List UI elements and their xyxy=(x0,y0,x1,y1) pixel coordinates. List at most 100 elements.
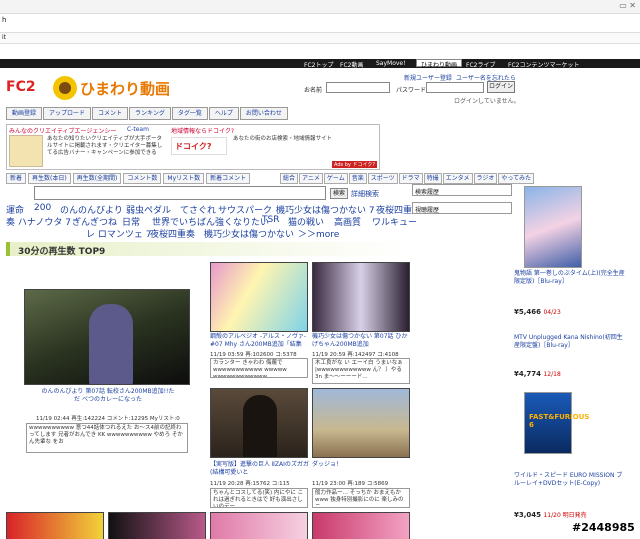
video-comments: wwwwwwwwww 意つ44話体つれるえた お～ス4前の記終わってします 兄者… xyxy=(26,423,188,453)
watermark-text: #2448985 xyxy=(572,521,635,534)
video-title[interactable]: ダッジョ！ xyxy=(312,461,412,469)
category-tabs: 総合 アニメ ゲーム 音楽 スポーツ ドラマ 特撮 エンタメ ラジオ やってみた xyxy=(280,173,535,184)
fc2-logo-text: FC2 xyxy=(6,79,36,95)
advanced-search-link[interactable]: 詳細検索 xyxy=(351,189,379,199)
name-label: お名前 xyxy=(304,87,323,94)
nav-item-fc2-live[interactable]: FC2ライブ xyxy=(466,60,495,69)
category-game[interactable]: ゲーム xyxy=(323,173,348,184)
ad-banner[interactable]: みんなのクリエイティブエージェンシー C-team あなたの知りたいクリエイティ… xyxy=(6,124,380,170)
password-label: パスワード: xyxy=(396,87,429,94)
tab-new-comments[interactable]: 新着コメント xyxy=(206,173,251,184)
browser-chrome: ▭ ✕ h it xyxy=(0,0,640,60)
window-controls-icon[interactable]: ▭ ✕ xyxy=(619,1,636,10)
video-thumbnail[interactable] xyxy=(210,512,308,539)
ad-right-logo[interactable]: ドコイク? xyxy=(171,137,227,155)
menu-contact[interactable]: お問い合わせ xyxy=(239,107,288,120)
search-input[interactable] xyxy=(34,186,326,200)
product-cover[interactable]: FAST&FURIOUS 6 xyxy=(524,392,590,454)
category-tokusatsu[interactable]: 特撮 xyxy=(423,173,442,184)
keyword-link[interactable]: 機巧少女は傷つかない xyxy=(204,227,294,240)
video-thumbnail[interactable] xyxy=(6,512,104,539)
keyword-link[interactable]: TSR xyxy=(262,215,279,225)
keyword-link[interactable]: 200 xyxy=(34,203,51,213)
video-title[interactable]: 【実写版】進撃の巨人 ⅡZAIのズガガ(結構可愛いと xyxy=(210,461,310,477)
password-input[interactable] xyxy=(426,82,484,93)
nav-item-contents-market[interactable]: FC2コンテンツマーケット xyxy=(508,60,579,69)
keywords-more-link[interactable]: ＞＞more xyxy=(298,227,339,240)
login-button[interactable]: ログイン xyxy=(487,81,515,93)
ad-left-body: あなたの知りたいクリエイティブが大手ポータルサイトに掲載されます・クリエイター募… xyxy=(47,136,163,156)
nav-item-fc2-top[interactable]: FC2トップ xyxy=(304,60,333,69)
category-sports[interactable]: スポーツ xyxy=(367,173,398,184)
video-comments: ちゃんとコスしてる(笑) 内にやに これは過ぎれるときはで 好も演出さしいのデー… xyxy=(210,488,308,508)
menu-upload[interactable]: アップロード xyxy=(43,107,92,120)
keyword-link[interactable]: 夜桜四重奏 xyxy=(150,227,195,240)
nav-item-himawari[interactable]: ひまわり動画 xyxy=(416,59,463,69)
product-price: ¥5,466 04/23 xyxy=(514,308,561,316)
view-history-label: 視聴履歴 xyxy=(415,207,440,214)
video-thumbnail[interactable] xyxy=(210,262,308,332)
keyword-link[interactable]: 奏 ハナノウタ 7 xyxy=(6,215,71,228)
username-input[interactable] xyxy=(326,82,390,93)
search-button[interactable]: 検索 xyxy=(330,188,348,199)
main-menu: 動画登録 アップロード コメント ランキング タグ一覧 ヘルプ お問い合わせ xyxy=(6,107,289,121)
keyword-link[interactable]: レ ロマンツェ 7 xyxy=(86,227,151,240)
video-thumbnail[interactable] xyxy=(210,388,308,458)
category-radio[interactable]: ラジオ xyxy=(473,173,498,184)
search-history-select[interactable]: 検索履歴 xyxy=(412,184,512,196)
video-thumbnail[interactable] xyxy=(312,262,410,332)
product-title[interactable]: ワイルド・スピード EURO MISSION ブルーレイ+DVDセット(E-Co… xyxy=(514,472,628,488)
video-title[interactable]: のんのんびより 第07話 転校さん200MB追加!!ただ べつのカレーになった xyxy=(40,388,176,404)
menu-ranking[interactable]: ランキング xyxy=(129,107,171,120)
browser-tab-strip: it xyxy=(0,32,640,44)
category-all[interactable]: 総合 xyxy=(280,173,299,184)
keyword-link[interactable]: ワルキュー xyxy=(372,215,417,228)
menu-comment[interactable]: コメント xyxy=(92,107,129,120)
thumbnail-figure xyxy=(89,304,133,384)
product-cover-title: FAST&FURIOUS 6 xyxy=(529,413,590,429)
product-title[interactable]: 鬼物語 第一巻しのぶタイム(上)(完全生産限定版)［Blu-ray］ xyxy=(514,270,628,286)
site-logo[interactable]: FC2 ひまわり動画 xyxy=(6,75,206,101)
tab-views-all[interactable]: 再生数(全期間) xyxy=(72,173,122,184)
video-thumbnail[interactable] xyxy=(24,289,190,385)
thumbnail-figure xyxy=(243,395,277,457)
category-music[interactable]: 音楽 xyxy=(348,173,367,184)
menu-help[interactable]: ヘルプ xyxy=(208,107,239,120)
sort-tabs: 新着 再生数(本日) 再生数(全期間) コメント数 Myリスト数 新着コメント xyxy=(6,173,251,184)
category-drama[interactable]: ドラマ xyxy=(398,173,423,184)
tab-new[interactable]: 新着 xyxy=(6,173,27,184)
ad-left-brand[interactable]: C-team xyxy=(127,126,149,133)
video-thumbnail[interactable] xyxy=(108,512,206,539)
login-status: ログインしていません。 xyxy=(454,98,520,105)
menu-tag-list[interactable]: タグ一覧 xyxy=(171,107,208,120)
ad-right-title[interactable]: 地域情報ならドコイク? xyxy=(171,126,234,135)
menu-upload-video[interactable]: 動画登録 xyxy=(6,107,43,120)
product-title[interactable]: MTV Unplugged Kana Nishino(初回生産限定盤)［Blu-… xyxy=(514,334,628,350)
himawari-logo-text: ひまわり動画 xyxy=(80,80,171,98)
product-cover[interactable] xyxy=(524,186,582,268)
tab-mylist[interactable]: Myリスト数 xyxy=(163,173,205,184)
ad-left-image[interactable] xyxy=(9,135,43,167)
category-entertainment[interactable]: エンタメ xyxy=(442,173,473,184)
video-meta: 11/19 03:59 再:102600 コ:5378 xyxy=(210,352,297,358)
tab-comments[interactable]: コメント数 xyxy=(123,173,162,184)
tab-views-today[interactable]: 再生数(本日) xyxy=(28,173,71,184)
video-comments: 般力作品ー… そっちか おまえもかwww 独身特別撮影にのに 楽しみのニ... xyxy=(312,488,410,508)
browser-address-text[interactable]: h xyxy=(2,16,6,24)
top9-section-header: 30分の再生数 TOP9 xyxy=(6,242,410,257)
category-tried[interactable]: やってみた xyxy=(498,173,535,184)
browser-tab[interactable]: it xyxy=(2,34,6,41)
ads-by-label[interactable]: Ads by ドコイク? xyxy=(332,161,377,168)
video-comments: 木工良がな い エーイ白 うまいなぁ |wwwwwwwwwwww ん？ ）やる3… xyxy=(312,358,410,384)
video-thumbnail[interactable] xyxy=(312,388,410,458)
nav-item-fc2-video[interactable]: FC2動画 xyxy=(340,60,363,69)
view-history-select[interactable]: 視聴履歴 xyxy=(412,202,512,214)
video-title[interactable]: 鋼殻のアルベジオ -アルス・ノヴァ- #07 Mhy さん200MB追加「結集 xyxy=(210,333,310,349)
ad-left-title[interactable]: みんなのクリエイティブエージェンシー xyxy=(9,126,116,135)
video-meta: 11/19 23:00 再:189 コ:5869 xyxy=(312,481,389,487)
video-title[interactable]: 機巧少女は傷つかない 第07話 ひかげちゃん200MB追加 xyxy=(312,333,412,349)
nav-item-saymove[interactable]: SayMove! xyxy=(376,60,406,67)
register-link[interactable]: 新規ユーザー登録 xyxy=(404,73,452,82)
category-anime[interactable]: アニメ xyxy=(299,173,323,184)
video-thumbnail[interactable] xyxy=(312,512,410,539)
